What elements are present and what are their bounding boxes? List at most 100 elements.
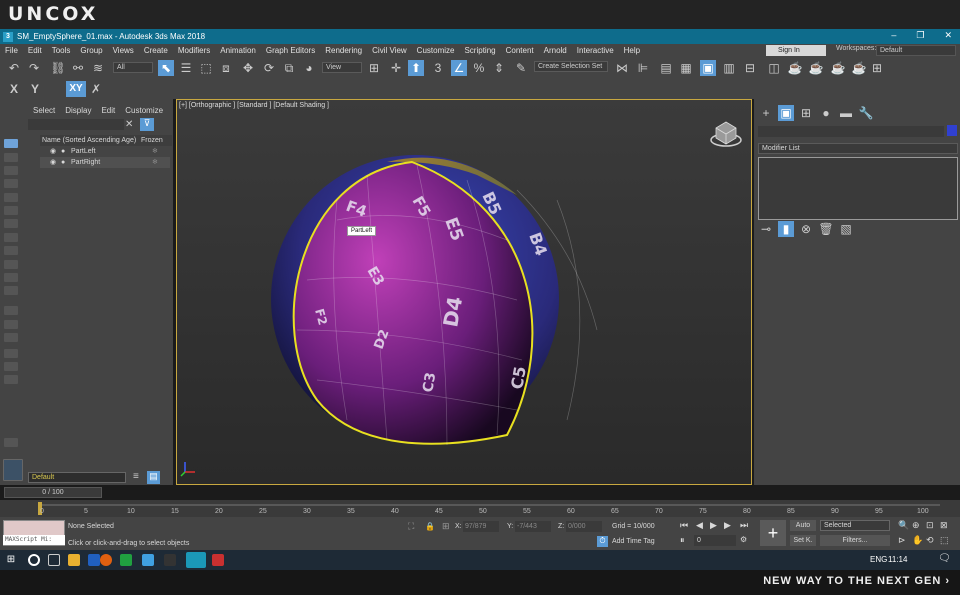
menu-edit[interactable]: Edit <box>23 46 47 55</box>
set-key-icon[interactable]: + <box>760 520 786 546</box>
add-time-tag-button[interactable]: Add Time Tag <box>612 538 655 545</box>
pivot-center-icon[interactable]: ⊞ <box>366 60 382 76</box>
menu-views[interactable]: Views <box>108 46 139 55</box>
current-frame-field[interactable]: 0 <box>694 535 736 546</box>
bind-space-warp-icon[interactable]: ≋ <box>90 60 106 76</box>
make-unique-icon[interactable]: ⊗ <box>798 221 814 237</box>
pin-stack-icon[interactable]: ⊸ <box>758 221 774 237</box>
set-key-button[interactable]: Set K. <box>790 535 816 546</box>
absolute-mode-icon[interactable]: ⊞ <box>442 521 450 532</box>
menu-modifiers[interactable]: Modifiers <box>173 46 215 55</box>
manipulate-icon[interactable]: ✛ <box>388 60 404 76</box>
app-icon[interactable] <box>142 554 154 566</box>
eye-icon[interactable]: ◉ <box>50 146 56 157</box>
pan-icon[interactable]: ✋ <box>912 535 923 546</box>
field-of-view-icon[interactable]: ⊳ <box>898 535 906 546</box>
maximize-viewport-icon[interactable]: ⬚ <box>940 535 949 546</box>
play-icon[interactable]: ▶ <box>710 520 717 531</box>
app-icon[interactable] <box>88 554 100 566</box>
menu-help[interactable]: Help <box>619 46 645 55</box>
orbit-icon[interactable]: ⟲ <box>926 535 934 546</box>
time-configuration-icon[interactable]: ⚙ <box>740 535 747 544</box>
filter-groups-icon[interactable] <box>4 219 18 228</box>
task-view-icon[interactable] <box>48 554 60 566</box>
filter-funnel-2-icon[interactable] <box>4 362 18 371</box>
menu-civil-view[interactable]: Civil View <box>367 46 412 55</box>
display-invert-icon[interactable] <box>4 333 18 342</box>
explorer-search-input[interactable] <box>28 119 124 130</box>
time-slider[interactable]: 0 / 100 <box>4 487 102 498</box>
link-icon[interactable]: ⛓ <box>50 60 66 76</box>
file-explorer-icon[interactable] <box>68 554 80 566</box>
timeline[interactable]: 0 5 10 15 20 25 30 35 40 45 50 55 60 65 … <box>0 500 960 517</box>
rotate-icon[interactable]: ⟳ <box>261 60 277 76</box>
zoom-all-icon[interactable]: ⊕ <box>912 520 920 531</box>
search-icon[interactable] <box>28 554 40 566</box>
z-coordinate-field[interactable]: 0/000 <box>566 521 602 532</box>
constrain-y-button[interactable]: Y <box>27 81 43 97</box>
frozen-icon[interactable]: ❄ <box>152 146 158 157</box>
undo-icon[interactable]: ↶ <box>6 60 22 76</box>
menu-file[interactable]: File <box>0 46 23 55</box>
menu-create[interactable]: Create <box>139 46 173 55</box>
menu-customize[interactable]: Customize <box>412 46 460 55</box>
constrain-xy-button[interactable]: XY <box>66 81 86 97</box>
object-color-swatch[interactable] <box>947 125 957 136</box>
schematic-view-icon[interactable]: ⊟ <box>742 60 758 76</box>
menu-content[interactable]: Content <box>501 46 539 55</box>
display-tab-icon[interactable]: ▬ <box>838 105 854 121</box>
create-tab-icon[interactable]: + <box>758 105 774 121</box>
filter-bones-icon[interactable] <box>4 246 18 255</box>
select-object-icon[interactable]: ⬉ <box>158 60 174 76</box>
3ds-max-taskbar-icon[interactable] <box>186 552 206 568</box>
spinner-snap-icon[interactable]: ⇕ <box>491 60 507 76</box>
mirror-icon[interactable]: ⋈ <box>614 60 630 76</box>
select-by-name-icon[interactable]: ☰ <box>178 60 194 76</box>
object-name-field[interactable] <box>758 126 944 137</box>
move-icon[interactable]: ✥ <box>240 60 256 76</box>
menu-tools[interactable]: Tools <box>47 46 76 55</box>
filter-frozen-icon[interactable] <box>4 273 18 282</box>
display-all-icon[interactable] <box>4 306 18 315</box>
snap-magnet-icon[interactable]: ✗ <box>88 81 104 97</box>
menu-rendering[interactable]: Rendering <box>320 46 367 55</box>
minimize-icon[interactable]: – <box>891 30 896 41</box>
modifier-list-dropdown[interactable]: Modifier List <box>758 143 958 154</box>
layer-dropdown[interactable]: Default <box>28 472 126 483</box>
modify-tab-icon[interactable]: ▣ <box>778 105 794 121</box>
app-icon[interactable] <box>212 554 224 566</box>
filter-cameras-icon[interactable] <box>4 179 18 188</box>
clear-search-icon[interactable]: ✕ <box>125 119 133 130</box>
list-item[interactable]: ◉ ● PartLeft ❄ <box>40 146 170 157</box>
key-filters-button[interactable]: Filters... <box>820 535 890 546</box>
edit-named-selection-icon[interactable]: ✎ <box>513 60 529 76</box>
explorer-column-header[interactable]: Name (Sorted Ascending Age) Frozen <box>40 135 172 146</box>
maximize-icon[interactable]: ❐ <box>916 30 924 41</box>
column-name[interactable]: Name (Sorted Ascending Age) <box>42 137 136 144</box>
filter-funnel-icon[interactable] <box>4 349 18 358</box>
key-mode-icon[interactable]: ⏸ <box>680 535 685 546</box>
utilities-tab-icon[interactable]: 🔧 <box>858 105 874 121</box>
y-coordinate-field[interactable]: -7/443 <box>515 521 551 532</box>
clock[interactable]: 11:14 <box>888 555 907 564</box>
unreal-icon[interactable] <box>164 554 176 566</box>
x-coordinate-field[interactable]: 97/879 <box>463 521 499 532</box>
filter-lights-icon[interactable] <box>4 166 18 175</box>
display-none-icon[interactable] <box>4 320 18 329</box>
material-editor-icon[interactable]: ◫ <box>766 60 782 76</box>
display-children-icon[interactable] <box>4 375 18 384</box>
zoom-extents-icon[interactable]: ⊡ <box>926 520 934 531</box>
modifier-stack[interactable] <box>758 157 958 220</box>
redo-icon[interactable]: ↷ <box>26 60 42 76</box>
isolate-selection-icon[interactable]: ⛶ <box>408 521 414 532</box>
viewcube-icon[interactable] <box>710 121 742 147</box>
show-end-result-icon[interactable]: ▮ <box>778 221 794 237</box>
menu-animation[interactable]: Animation <box>215 46 261 55</box>
percent-snap-icon[interactable]: % <box>471 60 487 76</box>
sign-in-dropdown[interactable]: Sign In <box>766 45 826 56</box>
zoom-icon[interactable]: 🔍 <box>898 520 909 531</box>
keyboard-shortcut-override-icon[interactable]: ⬆ <box>408 60 424 76</box>
language-indicator[interactable]: ENG <box>870 555 887 564</box>
filter-hidden-icon[interactable] <box>4 286 18 295</box>
render-iterative-icon[interactable]: ☕ <box>851 60 867 76</box>
